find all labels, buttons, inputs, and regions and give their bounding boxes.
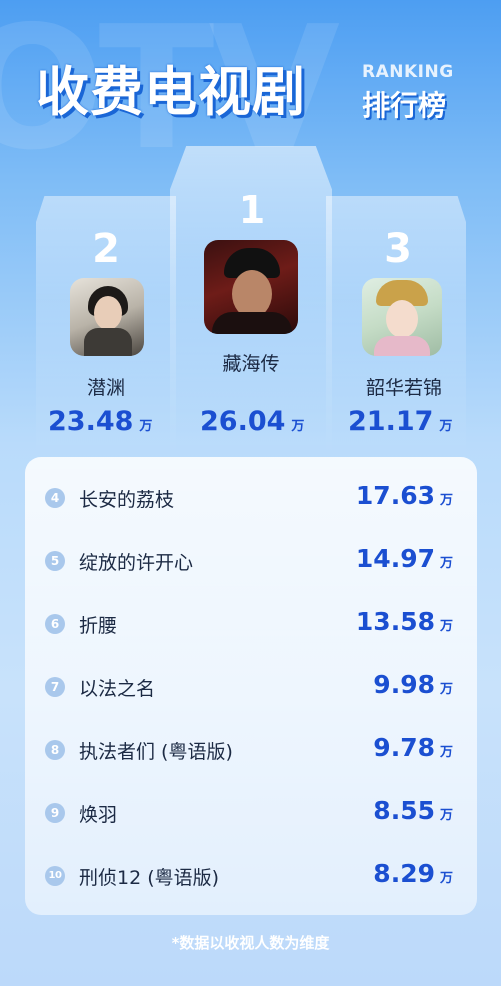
poster-face <box>94 296 122 330</box>
viewer-count: 17.63 万 <box>356 481 453 510</box>
show-name: 以法之名 <box>79 678 156 700</box>
list-item[interactable]: 9 焕羽 8.55 万 <box>25 794 477 834</box>
poster-face <box>386 300 418 338</box>
poster-robe <box>374 336 430 356</box>
poster-robe <box>212 312 292 334</box>
list-item[interactable]: 8 执法者们 (粤语版) 9.78 万 <box>25 731 477 771</box>
viewer-count-unit: 万 <box>439 808 453 823</box>
show-name-second[interactable]: 潜渊 <box>36 373 176 400</box>
viewer-count-third: 21.17 万 <box>348 406 452 437</box>
viewer-count: 13.58 万 <box>356 607 453 636</box>
header: 收费电视剧 RANKING 排行榜 <box>0 42 501 123</box>
viewer-count-unit: 万 <box>139 419 153 434</box>
viewer-count: 8.55 万 <box>373 796 453 825</box>
list-item[interactable]: 6 折腰 13.58 万 <box>25 605 477 645</box>
viewer-count-unit: 万 <box>439 556 453 571</box>
poster-third[interactable] <box>362 278 442 356</box>
rank-number-first: 1 <box>238 188 266 232</box>
rank-badge: 8 <box>45 740 65 760</box>
show-name: 绽放的许开心 <box>79 552 194 574</box>
rank-badge: 5 <box>45 551 65 571</box>
list-item[interactable]: 5 绽放的许开心 14.97 万 <box>25 542 477 582</box>
viewer-count-unit: 万 <box>291 419 305 434</box>
viewer-count-unit: 万 <box>439 745 453 760</box>
viewer-count: 14.97 万 <box>356 544 453 573</box>
rank-number-third: 3 <box>384 226 412 272</box>
poster-second[interactable] <box>70 278 144 356</box>
ranking-list: 4 长安的荔枝 17.63 万 5 绽放的许开心 14.97 万 6 折腰 13.5… <box>25 457 477 915</box>
list-item[interactable]: 4 长安的荔枝 17.63 万 <box>25 479 477 519</box>
viewer-count-unit: 万 <box>439 419 453 434</box>
show-name-first[interactable]: 藏海传 <box>181 349 321 376</box>
viewer-count-value: 8.29 <box>373 859 435 888</box>
viewer-count-value: 14.97 <box>355 544 435 573</box>
viewer-count-first: 26.04 万 <box>200 406 304 437</box>
rank-badge: 9 <box>45 803 65 823</box>
show-name: 焕羽 <box>79 804 118 826</box>
list-item[interactable]: 7 以法之名 9.98 万 <box>25 668 477 708</box>
page-title: 收费电视剧 <box>36 62 306 123</box>
viewer-count-unit: 万 <box>439 493 453 508</box>
show-name: 执法者们 (粤语版) <box>79 741 233 763</box>
rank-badge: 6 <box>45 614 65 634</box>
viewer-count-value: 9.98 <box>373 670 435 699</box>
show-name: 折腰 <box>79 615 118 637</box>
viewer-count-unit: 万 <box>439 619 453 634</box>
show-name-third[interactable]: 韶华若锦 <box>334 373 474 400</box>
page-subtitle-en: RANKING <box>362 62 454 82</box>
viewer-count: 8.29 万 <box>373 859 453 888</box>
rank-badge: 7 <box>45 677 65 697</box>
poster-face <box>232 270 272 318</box>
viewer-count: 9.98 万 <box>373 670 453 699</box>
footnote: *数据以收视人数为维度 <box>171 934 330 952</box>
viewer-count-value: 8.55 <box>373 796 435 825</box>
show-name: 刑侦12 (粤语版) <box>79 867 220 889</box>
rank-badge: 4 <box>45 488 65 508</box>
viewer-count-unit: 万 <box>439 871 453 886</box>
viewer-count-second: 23.48 万 <box>48 406 152 437</box>
page-subtitle-cn: 排行榜 <box>362 89 447 122</box>
viewer-count-value: 21.17 <box>348 406 434 437</box>
viewer-count: 9.78 万 <box>373 733 453 762</box>
viewer-count-value: 26.04 <box>200 406 286 437</box>
show-name: 长安的荔枝 <box>79 489 175 511</box>
poster-first[interactable] <box>204 240 298 334</box>
viewer-count-value: 13.58 <box>355 607 435 636</box>
viewer-count-value: 17.63 <box>355 481 435 510</box>
poster-robe <box>84 328 132 356</box>
rank-badge: 10 <box>45 866 65 886</box>
viewer-count-value: 23.48 <box>48 406 134 437</box>
viewer-count-value: 9.78 <box>373 733 435 762</box>
rank-number-second: 2 <box>92 226 120 272</box>
viewer-count-unit: 万 <box>439 682 453 697</box>
list-item[interactable]: 10 刑侦12 (粤语版) 8.29 万 <box>25 857 477 897</box>
